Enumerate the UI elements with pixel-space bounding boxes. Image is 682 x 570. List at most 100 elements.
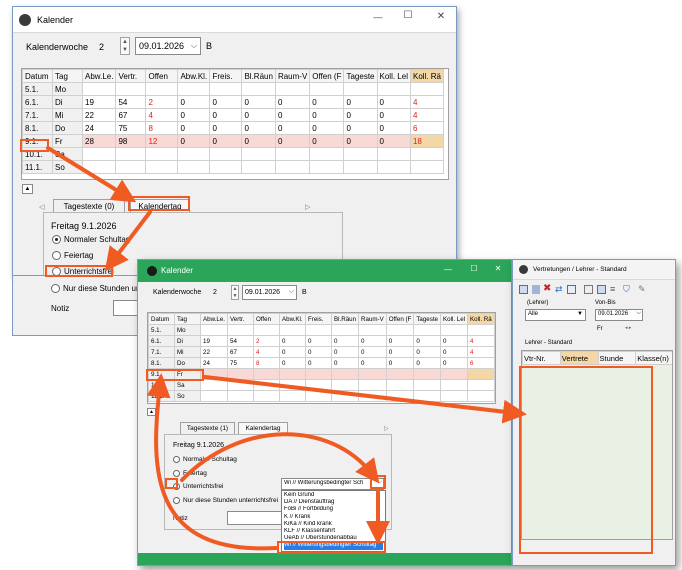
column-header[interactable]: Klasse(n) [635, 351, 672, 365]
column-header[interactable]: Abw.Kl. [177, 69, 211, 83]
radio-feiertag[interactable]: Feiertag [173, 470, 207, 477]
date-picker[interactable]: 09.01.2026 ⌵ [135, 37, 201, 55]
column-header[interactable]: Koll. Lel [376, 69, 411, 83]
column-header[interactable]: Freis. [209, 69, 243, 83]
radio-unterrichtsfrei[interactable]: Unterrichtsfrei [52, 267, 114, 275]
tab-kalendertag[interactable]: Kalendertag [130, 199, 190, 213]
radio-dot[interactable] [173, 497, 180, 504]
dropdown-option[interactable]: Kein Grund [284, 492, 383, 499]
radio-dot[interactable] [52, 267, 61, 275]
table-row[interactable]: 8.1. Do 24 75 8 0 0 0 0 0 0 0 6 [22, 121, 445, 135]
radio-dot[interactable] [52, 251, 61, 260]
collapse-button[interactable]: ▲ [22, 184, 33, 194]
arrows-icon[interactable]: ⇄ [555, 284, 563, 295]
date-picker[interactable]: 09.01.2026 ⌵ [242, 285, 297, 300]
radio-dot[interactable] [51, 284, 60, 293]
reason-combobox[interactable]: Wi // Witterungsbedingter Sch ⌵ [281, 478, 384, 490]
column-header[interactable]: Freis. [305, 313, 333, 325]
table-row[interactable]: 11.1. So [148, 390, 495, 402]
grid-icon[interactable] [519, 285, 528, 294]
column-header[interactable]: Tag [52, 69, 83, 83]
column-header[interactable]: Offen [253, 313, 281, 325]
radio-dot[interactable] [173, 456, 180, 463]
column-header[interactable]: Bl.Räun [331, 313, 360, 325]
document-icon[interactable] [532, 285, 540, 294]
column-header[interactable]: Offen (F [309, 69, 345, 83]
close-button[interactable]: ✕ [490, 264, 506, 273]
chevron-down-icon[interactable]: ⌵ [289, 288, 294, 296]
column-header[interactable]: Raum-V [358, 313, 387, 325]
dropdown-option[interactable]: DA // Dienstauftrag [284, 499, 383, 506]
column-header[interactable]: Offen (F [385, 313, 415, 325]
dropdown-option[interactable]: UeAb // Überstundenabbau [284, 535, 383, 542]
dropdown-option[interactable]: Wi // Witterungsbedingter Schultag [284, 542, 383, 550]
radio-unterrichtsfrei[interactable]: Unterrichtsfrei [173, 483, 223, 490]
tab-scroll-right-icon[interactable]: ▷ [384, 425, 389, 432]
column-header[interactable]: Abw.Kl. [279, 313, 307, 325]
week-spinner[interactable]: ▲ ▼ [120, 37, 130, 55]
lehrer-select[interactable]: Alle ▼ [525, 309, 586, 321]
column-header[interactable]: Koll. Lel [439, 313, 469, 325]
tab-tagestexte[interactable]: Tagestexte (1) [180, 422, 235, 434]
minimize-button[interactable]: — [368, 12, 388, 22]
table-row[interactable]: 10.1. Sa [22, 147, 445, 161]
table-row[interactable]: 10.1. Sa [148, 379, 495, 391]
chevron-down-icon[interactable]: ⌵ [191, 41, 197, 51]
column-header[interactable]: Offen [145, 69, 179, 83]
table-row[interactable]: 7.1. Mi 22 67 4 0 0 0 0 0 0 0 4 [148, 346, 495, 358]
table-row[interactable]: 9.1. Fr 28 98 12 0 0 0 0 0 0 0 18 [22, 134, 445, 148]
filter-icon[interactable]: ⛉ [623, 284, 630, 295]
table-row[interactable]: 8.1. Do 24 75 8 0 0 0 0 0 0 0 6 [148, 357, 495, 369]
list-icon[interactable]: ≡ [610, 284, 615, 294]
column-header[interactable]: Vtr-Nr. [522, 351, 561, 365]
column-header[interactable]: Datum [148, 313, 175, 325]
column-header[interactable]: Vertrete [559, 351, 599, 365]
column-header[interactable]: Koll. Rä [409, 69, 445, 83]
table-icon[interactable] [567, 285, 576, 294]
tab-scroll-left-icon[interactable]: ◁ [39, 203, 44, 211]
column-header[interactable]: Tag [174, 313, 201, 325]
column-header[interactable]: Bl.Räun [241, 69, 276, 83]
collapse-button[interactable]: ▲ [147, 408, 156, 416]
table-row[interactable]: 6.1. Di 19 54 2 0 0 0 0 0 0 0 4 [22, 95, 445, 109]
close-button[interactable]: ✕ [431, 11, 451, 22]
column-header[interactable]: Vertr. [227, 313, 255, 325]
chevron-down-icon[interactable]: ⌵ [636, 310, 641, 317]
von-bis-picker[interactable]: 09.01.2026 ⌵ [595, 309, 643, 321]
table-row[interactable]: 9.1. Fr [148, 368, 495, 380]
table-row[interactable]: 6.1. Di 19 54 2 0 0 0 0 0 0 0 4 [148, 335, 495, 347]
dropdown-option[interactable]: KiKa // Kind krank [284, 521, 383, 528]
table-alt-icon[interactable] [597, 285, 606, 294]
table-row[interactable]: 11.1. So [22, 160, 445, 174]
minimize-button[interactable]: — [440, 265, 456, 274]
tab-scroll-right-icon[interactable]: ▷ [305, 203, 310, 211]
week-spinner[interactable]: ▲ ▼ [231, 285, 239, 300]
radio-dot-selected[interactable] [173, 483, 180, 490]
radio-nur-stunden[interactable]: Nur diese Stunden unt [51, 284, 139, 293]
edit-icon[interactable]: ✎ [638, 284, 646, 295]
column-header[interactable]: Tageste [343, 69, 378, 83]
table-row[interactable]: 7.1. Mi 22 67 4 0 0 0 0 0 0 0 4 [22, 108, 445, 122]
maximize-button[interactable]: ☐ [398, 10, 418, 21]
maximize-button[interactable]: ☐ [466, 264, 482, 273]
day-stepper[interactable]: ◂ ▸ [625, 325, 631, 331]
column-header[interactable]: Abw.Le. [199, 313, 229, 325]
notiz-input[interactable] [227, 511, 287, 525]
chevron-down-icon[interactable]: ⌵ [377, 479, 382, 486]
column-header[interactable]: Datum [22, 69, 53, 83]
dropdown-arrow-icon[interactable]: ▼ [577, 311, 583, 317]
column-header[interactable]: Vertr. [115, 69, 147, 83]
table-row[interactable]: 5.1. Mo [148, 324, 495, 336]
dropdown-option[interactable]: KLF // Klassenfahrt [284, 528, 383, 535]
notiz-input[interactable] [113, 300, 139, 316]
column-header[interactable]: Raum-V [274, 69, 311, 83]
radio-normaler-schultag[interactable]: Normaler Schultag [52, 235, 130, 244]
tab-kalendertag[interactable]: Kalendertag [238, 422, 288, 434]
radio-dot[interactable] [173, 470, 180, 477]
radio-feiertag[interactable]: Feiertag [52, 251, 93, 260]
table-row[interactable]: 5.1. Mo [22, 82, 445, 96]
copy-icon[interactable] [584, 285, 593, 294]
dropdown-option[interactable]: K // Krank [284, 514, 383, 521]
column-header[interactable]: Abw.Le. [81, 69, 117, 83]
dropdown-option[interactable]: FoBi // Fortbildung [284, 506, 383, 513]
